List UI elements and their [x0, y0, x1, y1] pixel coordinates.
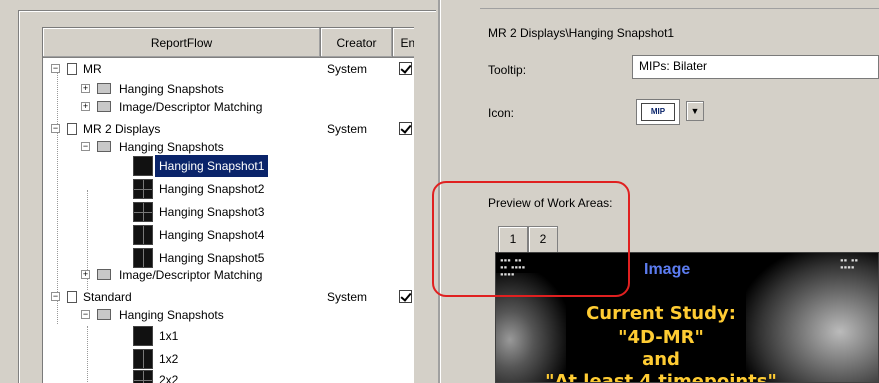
preview-line: Current Study: — [586, 303, 736, 324]
details-top-border — [480, 8, 879, 9]
tree-row-hanging-snapshots[interactable]: − Hanging Snapshots — [43, 304, 414, 326]
tree-row-label: Image/Descriptor Matching — [119, 100, 263, 114]
enabled-checkbox[interactable] — [399, 62, 412, 75]
preview-line: "At least 4 timepoints" — [545, 371, 777, 383]
folder-icon — [97, 141, 111, 152]
snapshot-path: MR 2 Displays\Hanging Snapshot1 — [488, 26, 675, 40]
collapse-icon[interactable]: − — [51, 124, 60, 133]
creator-value: System — [327, 62, 368, 76]
column-header-creator[interactable]: Creator — [321, 28, 393, 58]
tree-row-1x2[interactable]: 1x2 — [43, 348, 414, 370]
column-header-enabled[interactable]: Enal — [393, 28, 414, 58]
expand-icon[interactable]: + — [81, 270, 90, 279]
collapse-icon[interactable]: − — [81, 142, 90, 151]
tree-row-label: 2x2 — [159, 373, 179, 383]
report-flow-tree[interactable]: ReportFlow Creator Enal − MR System + Ha… — [42, 27, 414, 383]
collapse-icon[interactable]: − — [51, 64, 60, 73]
overlay-text: ▪▪ ▪▪ ▪▪▪▪ — [840, 257, 859, 271]
icon-preview: MIP — [636, 99, 680, 125]
layout-2x2-icon — [133, 202, 153, 222]
tree-row-label: Hanging Snapshot3 — [159, 205, 265, 219]
layout-1x2-icon — [133, 349, 153, 369]
preview-line: "4D-MR" — [618, 327, 704, 348]
layout-1x2-icon — [133, 225, 153, 245]
highlight-ring — [432, 181, 630, 297]
preview-title: Image — [644, 261, 691, 278]
tree-row-1x1[interactable]: 1x1 — [43, 325, 414, 347]
tree-row-hanging-snapshot3[interactable]: Hanging Snapshot3 — [43, 201, 414, 223]
collapse-icon[interactable]: − — [51, 292, 60, 301]
tree-row-mr[interactable]: − MR System — [43, 58, 414, 80]
tooltip-input[interactable]: MIPs: Bilater — [632, 55, 879, 79]
tree-row-label: Hanging Snapshot2 — [159, 182, 265, 196]
document-icon — [67, 291, 77, 303]
tree-row-label: Hanging Snapshots — [119, 308, 224, 322]
collapse-icon[interactable]: − — [81, 310, 90, 319]
preview-line: and — [642, 349, 680, 370]
tree-row-label: 1x2 — [159, 352, 179, 366]
document-icon — [67, 63, 77, 75]
layout-2x2-icon — [133, 370, 153, 383]
folder-icon — [97, 83, 111, 94]
tree-row-label: Hanging Snapshot4 — [159, 228, 265, 242]
tooltip-label: Tooltip: — [488, 63, 527, 77]
folder-icon — [97, 269, 111, 280]
tree-row-hanging-snapshot4[interactable]: Hanging Snapshot4 — [43, 224, 414, 246]
expand-icon[interactable]: + — [81, 84, 90, 93]
tree-row-label: Image/Descriptor Matching — [119, 268, 263, 282]
enabled-checkbox[interactable] — [399, 122, 412, 135]
layout-2x2-icon — [133, 179, 153, 199]
tree-row-hanging-snapshot2[interactable]: Hanging Snapshot2 — [43, 178, 414, 200]
tree-row-2x2[interactable]: 2x2 — [43, 369, 414, 383]
expand-icon[interactable]: + — [81, 102, 90, 111]
icon-label: Icon: — [488, 106, 515, 120]
layout-1x1-icon — [133, 156, 153, 176]
tree-row-label: Hanging Snapshot1 — [155, 155, 269, 177]
document-icon — [67, 123, 77, 135]
chevron-down-icon[interactable]: ▼ — [686, 101, 704, 121]
tree-row-image-descriptor-matching[interactable]: + Image/Descriptor Matching — [43, 96, 414, 118]
enabled-checkbox[interactable] — [399, 290, 412, 303]
folder-icon — [97, 309, 111, 320]
tree-row-hanging-snapshot1[interactable]: Hanging Snapshot1 — [43, 155, 414, 177]
icon-select[interactable]: MIP ▼ — [632, 96, 704, 126]
tree-row-label: MR — [83, 62, 102, 76]
mip-icon: MIP — [641, 103, 675, 121]
tree-row-image-descriptor-matching[interactable]: + Image/Descriptor Matching — [43, 264, 414, 286]
layout-1x1-icon — [133, 326, 153, 346]
tree-row-label: 1x1 — [159, 329, 179, 343]
folder-icon — [97, 101, 111, 112]
column-header-reportflow[interactable]: ReportFlow — [43, 28, 321, 58]
